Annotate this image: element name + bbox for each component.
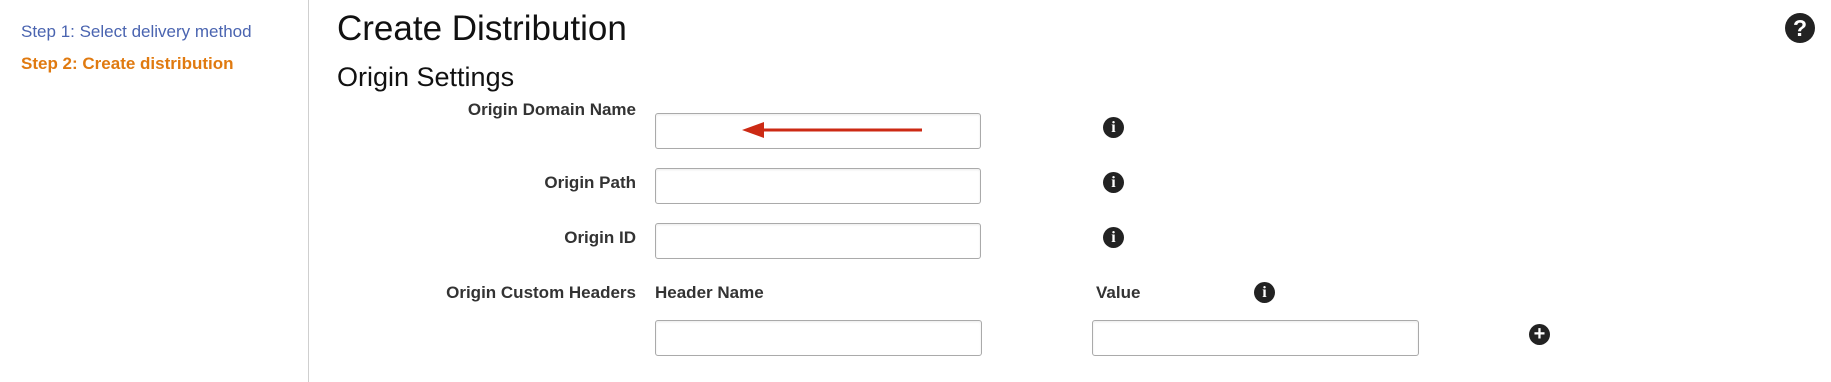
origin-custom-headers-label: Origin Custom Headers: [446, 283, 636, 302]
step-2-current: Step 2: Create distribution: [21, 54, 234, 73]
value-column-label: Value: [1096, 283, 1141, 302]
origin-domain-name-info-icon[interactable]: i: [1103, 117, 1124, 138]
section-title: Origin Settings: [337, 62, 515, 92]
page-title: Create Distribution: [337, 9, 627, 48]
header-value-input[interactable]: [1092, 320, 1419, 356]
origin-id-label: Origin ID: [564, 228, 636, 247]
origin-domain-name-label: Origin Domain Name: [467, 100, 636, 119]
header-name-input[interactable]: [655, 320, 982, 356]
origin-path-label: Origin Path: [544, 173, 636, 192]
origin-id-input[interactable]: [655, 223, 981, 259]
add-header-icon[interactable]: +: [1529, 324, 1550, 345]
origin-path-info-icon[interactable]: i: [1103, 172, 1124, 193]
create-distribution-page: Step 1: Select delivery method Step 2: C…: [0, 0, 1831, 382]
step-1-link[interactable]: Step 1: Select delivery method: [21, 22, 252, 42]
origin-domain-name-input[interactable]: [655, 113, 981, 149]
origin-id-info-icon[interactable]: i: [1103, 227, 1124, 248]
step-navigation: Step 1: Select delivery method Step 2: C…: [0, 0, 309, 382]
header-name-column-label: Header Name: [655, 283, 764, 302]
custom-headers-info-icon[interactable]: i: [1254, 282, 1275, 303]
origin-path-input[interactable]: [655, 168, 981, 204]
help-icon[interactable]: ?: [1785, 13, 1815, 43]
